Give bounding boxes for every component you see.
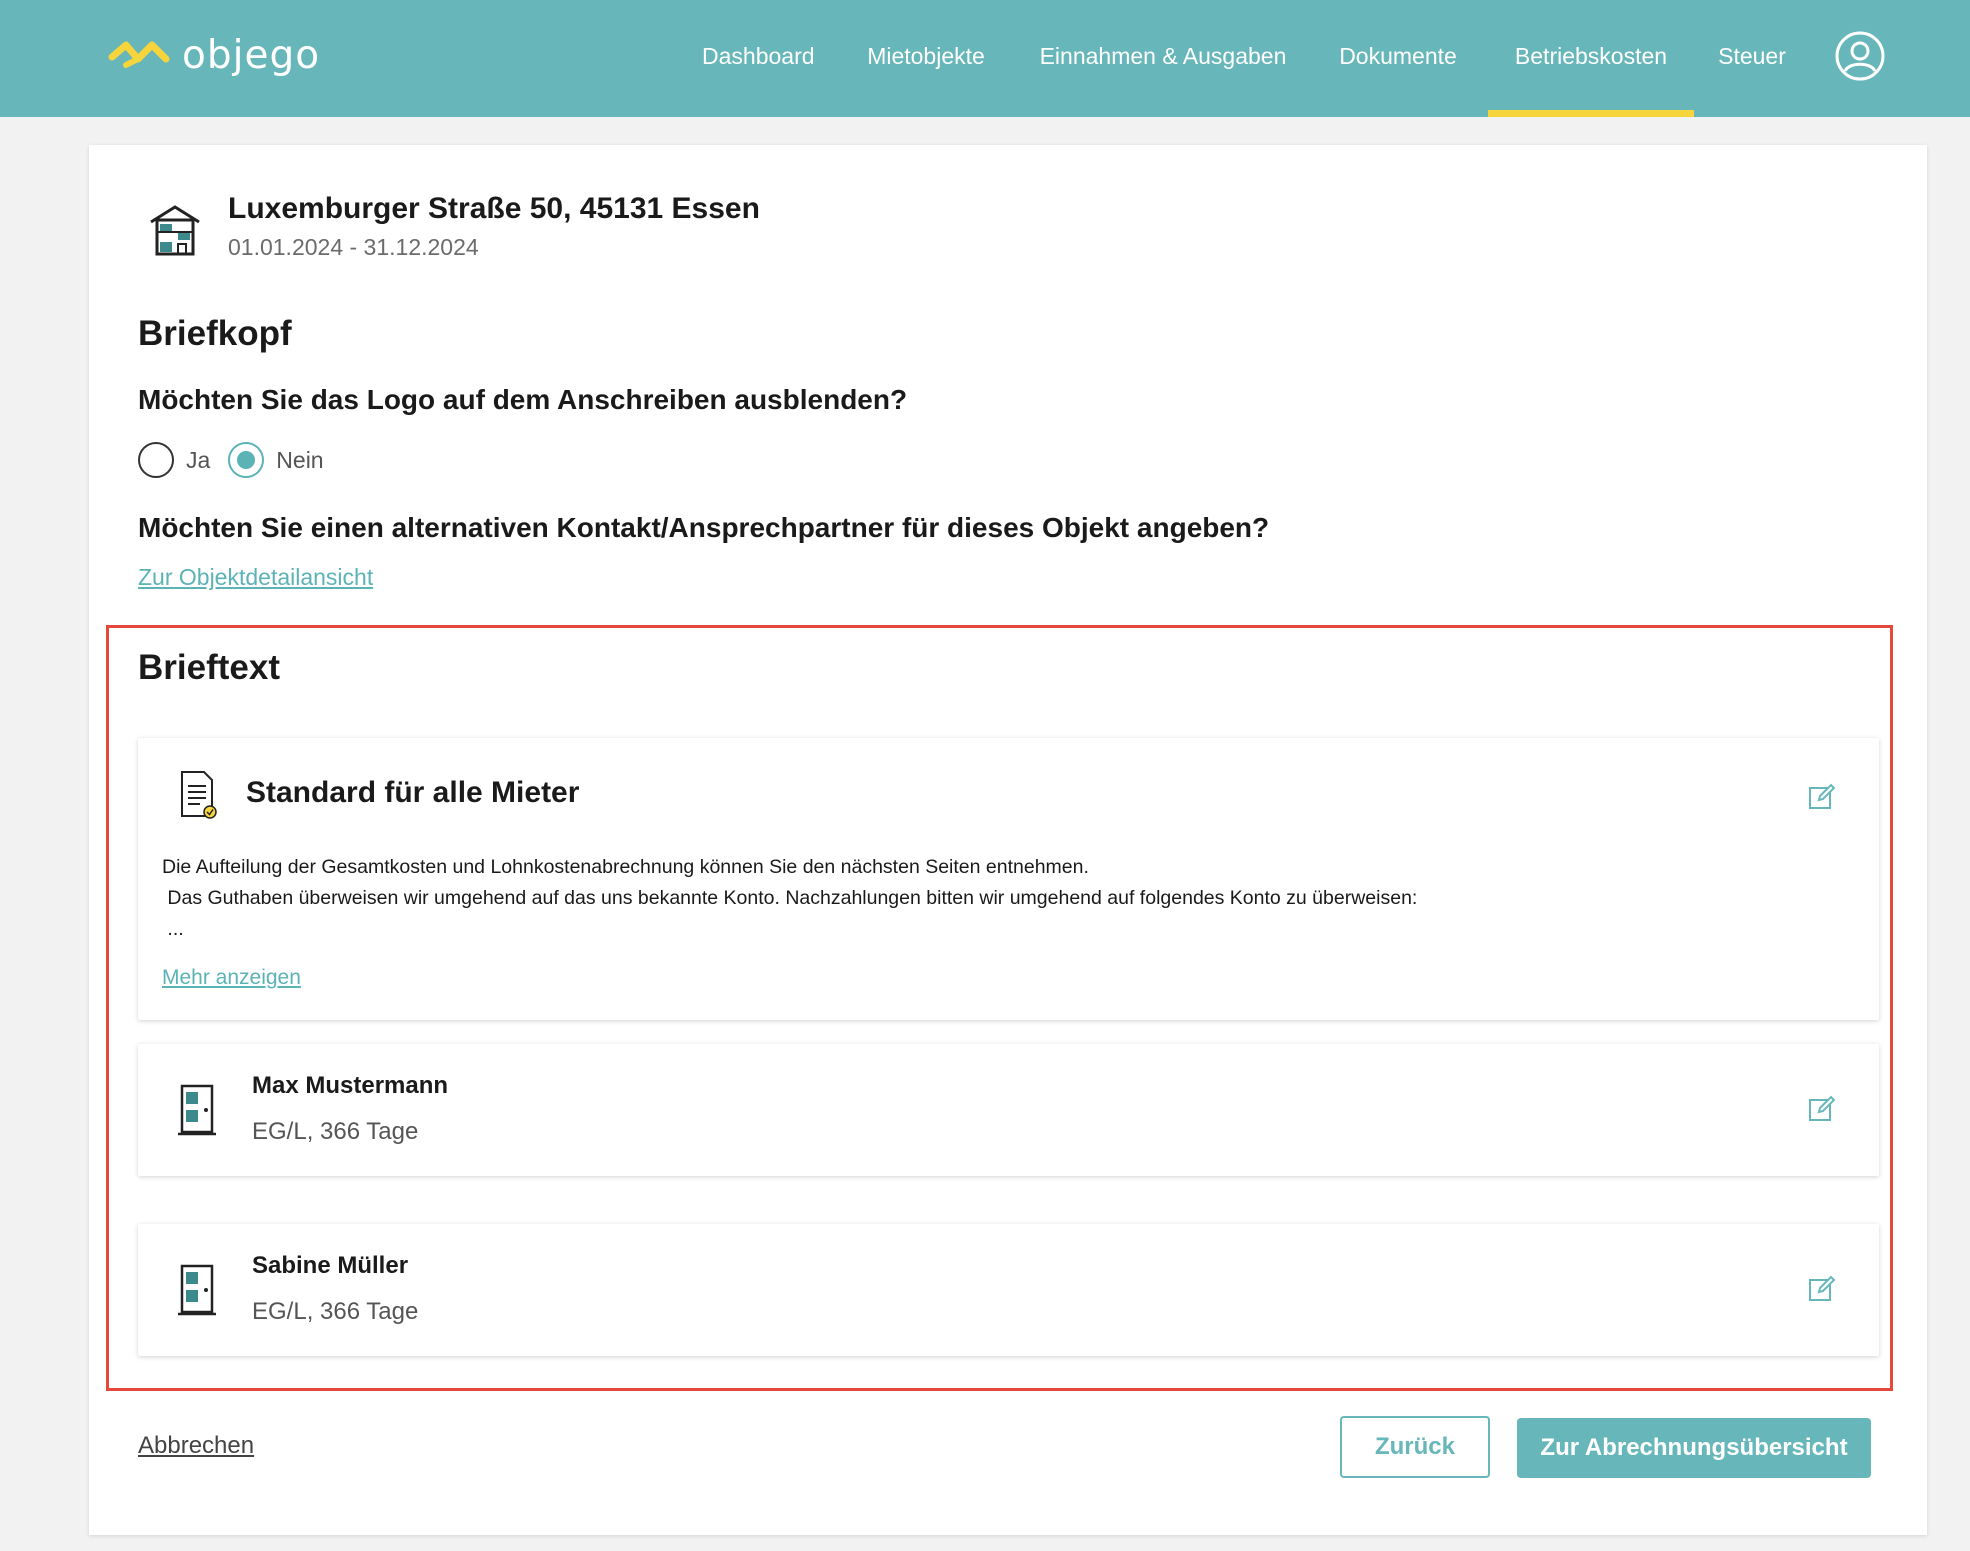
radio-ja-circle[interactable]	[138, 442, 174, 478]
top-navigation-bar: objego Dashboard Mietobjekte Einnahmen &…	[0, 0, 1970, 117]
standard-letter-title: Standard für alle Mieter	[246, 776, 580, 809]
nav-dashboard[interactable]: Dashboard	[702, 0, 815, 117]
logo-radio-group: Ja Nein	[138, 441, 342, 479]
logo-question: Möchten Sie das Logo auf dem Anschreiben…	[138, 384, 908, 415]
tenant-name: Max Mustermann	[252, 1072, 449, 1099]
house-icon	[150, 205, 200, 256]
user-avatar-icon[interactable]	[1834, 30, 1886, 82]
body-line-1: Die Aufteilung der Gesamtkosten und Lohn…	[162, 856, 1089, 878]
document-check-icon	[181, 771, 217, 819]
tenant-meta: EG/L, 366 Tage	[252, 1118, 419, 1145]
back-button[interactable]: Zurück	[1340, 1416, 1490, 1478]
tenant-card: Max Mustermann EG/L, 366 Tage	[138, 1044, 1879, 1176]
nav-betriebskosten[interactable]: Betriebskosten	[1488, 0, 1694, 117]
standard-letter-card: Standard für alle Mieter Die Aufteilung …	[138, 738, 1879, 1020]
tenant-meta: EG/L, 366 Tage	[252, 1298, 419, 1325]
nav-dokumente[interactable]: Dokumente	[1336, 0, 1460, 117]
standard-letter-body: Die Aufteilung der Gesamtkosten und Lohn…	[162, 852, 1417, 945]
edit-icon[interactable]	[1807, 1094, 1837, 1124]
door-icon	[178, 1264, 216, 1316]
edit-icon[interactable]	[1807, 782, 1837, 812]
radio-nein[interactable]: Nein	[228, 442, 324, 478]
billing-period: 01.01.2024 - 31.12.2024	[228, 234, 479, 260]
tenant-card: Sabine Müller EG/L, 366 Tage	[138, 1224, 1879, 1356]
radio-ja[interactable]: Ja	[138, 442, 210, 478]
objego-logo[interactable]: objego	[108, 30, 320, 80]
brieftext-heading: Brieftext	[138, 648, 280, 687]
body-line-3: ...	[162, 918, 184, 940]
radio-ja-label[interactable]: Ja	[186, 447, 210, 474]
nav-mietobjekte[interactable]: Mietobjekte	[862, 0, 990, 117]
logo-text: objego	[182, 32, 321, 78]
briefkopf-heading: Briefkopf	[138, 314, 292, 353]
body-line-2: Das Guthaben überweisen wir umgehend auf…	[162, 887, 1418, 909]
nav-steuer[interactable]: Steuer	[1716, 0, 1788, 117]
billing-overview-button[interactable]: Zur Abrechnungsübersicht	[1517, 1418, 1871, 1478]
radio-nein-circle[interactable]	[228, 442, 265, 478]
cancel-link[interactable]: Abbrechen	[138, 1432, 254, 1460]
objego-logo-icon	[108, 41, 170, 68]
door-icon	[178, 1084, 216, 1136]
show-more-link[interactable]: Mehr anzeigen	[162, 966, 301, 990]
radio-nein-label[interactable]: Nein	[276, 447, 323, 474]
object-detail-link[interactable]: Zur Objektdetailansicht	[138, 564, 373, 591]
contact-question: Möchten Sie einen alternativen Kontakt/A…	[138, 512, 1270, 543]
edit-icon[interactable]	[1807, 1274, 1837, 1304]
tenant-name: Sabine Müller	[252, 1252, 409, 1279]
property-address: Luxemburger Straße 50, 45131 Essen	[228, 192, 760, 225]
nav-einnahmen-ausgaben[interactable]: Einnahmen & Ausgaben	[1038, 0, 1288, 117]
